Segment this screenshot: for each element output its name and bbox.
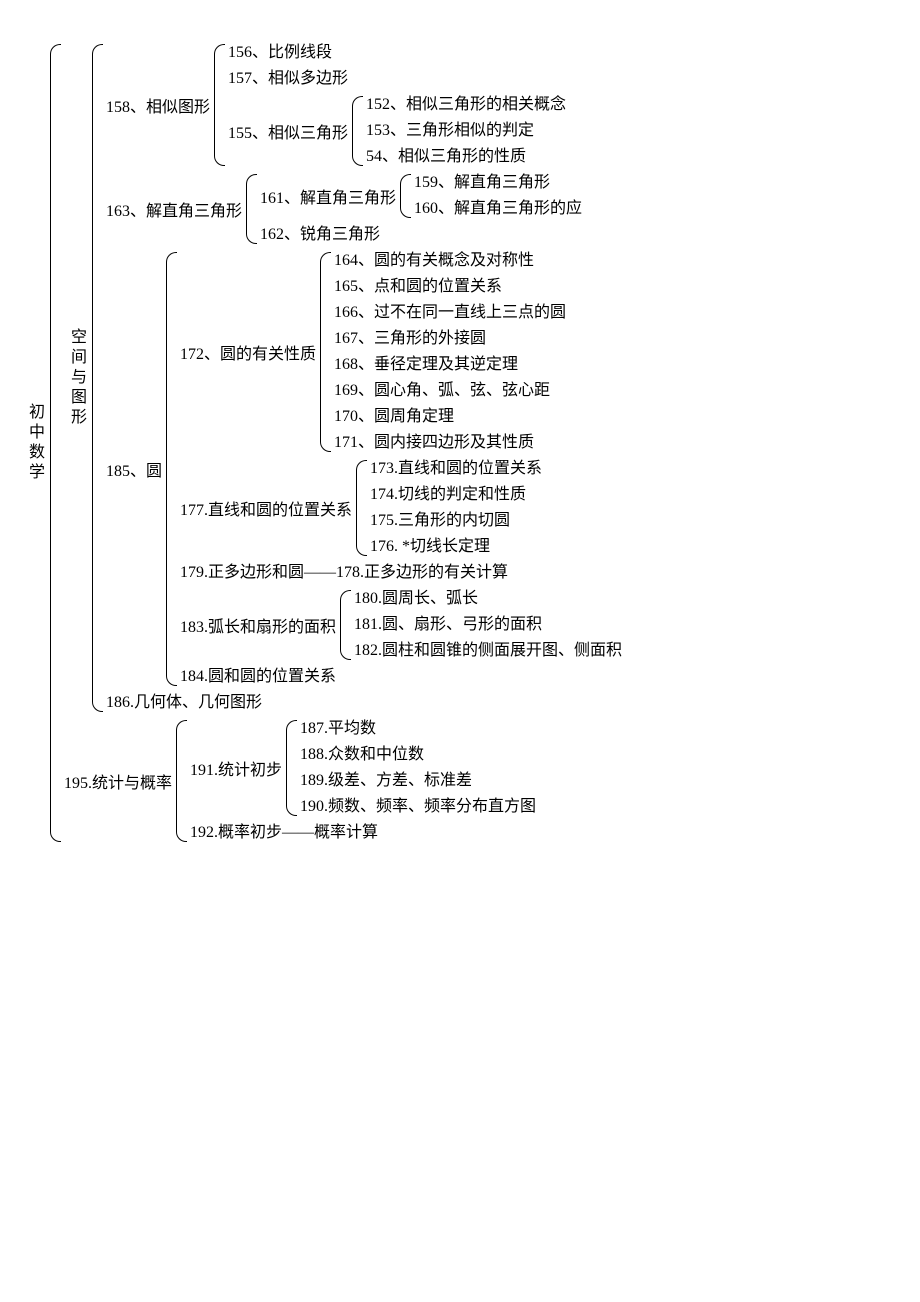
leaf-189: 189.级差、方差、标准差 bbox=[298, 768, 538, 794]
leaf-153: 153、三角形相似的判定 bbox=[364, 118, 568, 144]
node-161: 161、解直角三角形 159、解直角三角形 160、解直角三角形的应 bbox=[258, 170, 584, 222]
leaf-190: 190.频数、频率、频率分布直方图 bbox=[298, 794, 538, 820]
leaf-160: 160、解直角三角形的应 bbox=[412, 196, 584, 222]
children-183: 180.圆周长、弧长 181.圆、扇形、弓形的面积 182.圆柱和圆锥的侧面展开… bbox=[340, 586, 624, 664]
tree-root: 初中数学 空间与图形 158、相似图形 156、比例线段 157、相似多边形 1… bbox=[20, 40, 900, 846]
leaf-166: 166、过不在同一直线上三点的圆 bbox=[332, 300, 568, 326]
leaf-192: 192.概率初步——概率计算 bbox=[188, 820, 538, 846]
leaf-176: 176. *切线长定理 bbox=[368, 534, 544, 560]
leaf-162: 162、锐角三角形 bbox=[258, 222, 584, 248]
node-191: 191.统计初步 187.平均数 188.众数和中位数 189.级差、方差、标准… bbox=[188, 716, 538, 820]
leaf-156: 156、比例线段 bbox=[226, 40, 568, 66]
leaf-173: 173.直线和圆的位置关系 bbox=[368, 456, 544, 482]
label-191: 191.统计初步 bbox=[188, 756, 284, 780]
label-195: 195.统计与概率 bbox=[62, 769, 174, 793]
children-155: 152、相似三角形的相关概念 153、三角形相似的判定 54、相似三角形的性质 bbox=[352, 92, 568, 170]
leaf-174: 174.切线的判定和性质 bbox=[368, 482, 544, 508]
children-161: 159、解直角三角形 160、解直角三角形的应 bbox=[400, 170, 584, 222]
label-155: 155、相似三角形 bbox=[226, 119, 350, 143]
leaf-186: 186.几何体、几何图形 bbox=[104, 690, 624, 716]
children-158: 156、比例线段 157、相似多边形 155、相似三角形 152、相似三角形的相… bbox=[214, 40, 568, 170]
node-195: 195.统计与概率 191.统计初步 187.平均数 188.众数和中位数 18… bbox=[62, 716, 624, 846]
node-158: 158、相似图形 156、比例线段 157、相似多边形 155、相似三角形 15… bbox=[104, 40, 624, 170]
space-children: 158、相似图形 156、比例线段 157、相似多边形 155、相似三角形 15… bbox=[92, 40, 624, 716]
leaf-188: 188.众数和中位数 bbox=[298, 742, 538, 768]
leaf-157: 157、相似多边形 bbox=[226, 66, 568, 92]
leaf-54: 54、相似三角形的性质 bbox=[364, 144, 568, 170]
leaf-159: 159、解直角三角形 bbox=[412, 170, 584, 196]
leaf-175: 175.三角形的内切圆 bbox=[368, 508, 544, 534]
children-191: 187.平均数 188.众数和中位数 189.级差、方差、标准差 190.频数、… bbox=[286, 716, 538, 820]
leaf-182: 182.圆柱和圆锥的侧面展开图、侧面积 bbox=[352, 638, 624, 664]
leaf-165: 165、点和圆的位置关系 bbox=[332, 274, 568, 300]
root-children: 空间与图形 158、相似图形 156、比例线段 157、相似多边形 155、相似… bbox=[50, 40, 624, 846]
leaf-167: 167、三角形的外接圆 bbox=[332, 326, 568, 352]
children-163: 161、解直角三角形 159、解直角三角形 160、解直角三角形的应 162、锐… bbox=[246, 170, 584, 248]
node-177: 177.直线和圆的位置关系 173.直线和圆的位置关系 174.切线的判定和性质… bbox=[178, 456, 624, 560]
root-label: 初中数学 bbox=[20, 403, 48, 483]
node-space: 空间与图形 158、相似图形 156、比例线段 157、相似多边形 155、相似… bbox=[62, 40, 624, 716]
children-195: 191.统计初步 187.平均数 188.众数和中位数 189.级差、方差、标准… bbox=[176, 716, 538, 846]
leaf-171: 171、圆内接四边形及其性质 bbox=[332, 430, 568, 456]
node-163: 163、解直角三角形 161、解直角三角形 159、解直角三角形 160、解直角… bbox=[104, 170, 624, 248]
label-183: 183.弧长和扇形的面积 bbox=[178, 613, 338, 637]
leaf-168: 168、垂径定理及其逆定理 bbox=[332, 352, 568, 378]
leaf-181: 181.圆、扇形、弓形的面积 bbox=[352, 612, 624, 638]
leaf-152: 152、相似三角形的相关概念 bbox=[364, 92, 568, 118]
label-158: 158、相似图形 bbox=[104, 93, 212, 117]
leaf-184: 184.圆和圆的位置关系 bbox=[178, 664, 624, 690]
label-161: 161、解直角三角形 bbox=[258, 184, 398, 208]
node-155: 155、相似三角形 152、相似三角形的相关概念 153、三角形相似的判定 54… bbox=[226, 92, 568, 170]
leaf-187: 187.平均数 bbox=[298, 716, 538, 742]
label-172: 172、圆的有关性质 bbox=[178, 340, 318, 364]
label-163: 163、解直角三角形 bbox=[104, 197, 244, 221]
leaf-170: 170、圆周角定理 bbox=[332, 404, 568, 430]
leaf-164: 164、圆的有关概念及对称性 bbox=[332, 248, 568, 274]
children-172: 164、圆的有关概念及对称性 165、点和圆的位置关系 166、过不在同一直线上… bbox=[320, 248, 568, 456]
label-185: 185、圆 bbox=[104, 457, 164, 481]
children-185: 172、圆的有关性质 164、圆的有关概念及对称性 165、点和圆的位置关系 1… bbox=[166, 248, 624, 690]
children-177: 173.直线和圆的位置关系 174.切线的判定和性质 175.三角形的内切圆 1… bbox=[356, 456, 544, 560]
node-183: 183.弧长和扇形的面积 180.圆周长、弧长 181.圆、扇形、弓形的面积 1… bbox=[178, 586, 624, 664]
node-172: 172、圆的有关性质 164、圆的有关概念及对称性 165、点和圆的位置关系 1… bbox=[178, 248, 624, 456]
label-space: 空间与图形 bbox=[62, 328, 90, 428]
node-185: 185、圆 172、圆的有关性质 164、圆的有关概念及对称性 165、点和圆的… bbox=[104, 248, 624, 690]
leaf-180: 180.圆周长、弧长 bbox=[352, 586, 624, 612]
leaf-179: 179.正多边形和圆——178.正多边形的有关计算 bbox=[178, 560, 624, 586]
leaf-169: 169、圆心角、弧、弦、弦心距 bbox=[332, 378, 568, 404]
label-177: 177.直线和圆的位置关系 bbox=[178, 496, 354, 520]
